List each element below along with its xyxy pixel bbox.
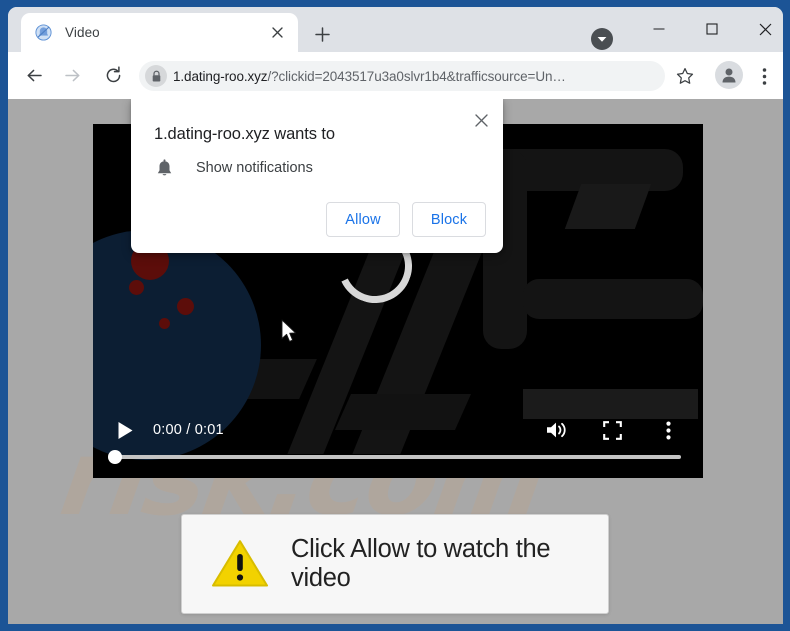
video-bg-stroke <box>564 184 652 229</box>
address-bar-url: 1.dating-roo.xyz/?clickid=2043517u3a0slv… <box>173 69 657 84</box>
window-minimize-button[interactable] <box>636 13 682 45</box>
profile-avatar[interactable] <box>715 61 743 89</box>
close-icon[interactable] <box>266 22 288 44</box>
video-time-display: 0:00 / 0:01 <box>153 422 224 438</box>
mouse-cursor <box>281 319 298 344</box>
tab-strip: Video <box>8 7 783 52</box>
cta-banner[interactable]: Click Allow to watch the video <box>181 514 609 614</box>
bell-icon <box>154 157 174 179</box>
browser-toolbar: 1.dating-roo.xyz/?clickid=2043517u3a0slv… <box>8 52 783 99</box>
video-more-options-icon[interactable] <box>653 415 683 445</box>
page-content: risk.com 0:00 / 0:01 Click Allow to watc… <box>8 99 783 624</box>
address-bar[interactable]: 1.dating-roo.xyz/?clickid=2043517u3a0slv… <box>139 61 665 91</box>
cta-banner-text: Click Allow to watch the video <box>291 535 551 592</box>
block-button[interactable]: Block <box>412 202 486 237</box>
video-controls-bar: 0:00 / 0:01 <box>93 404 703 478</box>
tab-title: Video <box>65 25 100 40</box>
back-button[interactable] <box>19 61 49 91</box>
url-host: 1.dating-roo.xyz <box>173 68 268 84</box>
url-path: /?clickid=2043517u3a0slvr1b4&trafficsour… <box>267 68 566 84</box>
video-progress-bar[interactable] <box>108 450 681 464</box>
video-controls-row: 0:00 / 0:01 <box>93 412 703 448</box>
dialog-close-icon[interactable] <box>469 108 493 132</box>
fullscreen-icon[interactable] <box>597 415 627 445</box>
tab-video[interactable]: Video <box>21 13 298 52</box>
video-decorative-dot <box>177 298 194 315</box>
allow-button[interactable]: Allow <box>326 202 400 237</box>
reload-button[interactable] <box>98 61 128 91</box>
notification-bell-favicon-icon <box>35 24 52 41</box>
video-decorative-dot <box>159 318 170 329</box>
forward-button[interactable] <box>57 61 87 91</box>
dialog-buttons: Allow Block <box>326 202 486 237</box>
notification-permission-dialog: 1.dating-roo.xyz wants to Show notificat… <box>131 99 503 253</box>
dialog-title: 1.dating-roo.xyz wants to <box>154 125 335 143</box>
video-decorative-dot <box>129 280 144 295</box>
warning-triangle-icon <box>211 538 269 590</box>
video-bg-stroke <box>523 279 703 319</box>
window-maximize-button[interactable] <box>689 13 735 45</box>
tab-search-button[interactable] <box>591 28 613 50</box>
chrome-menu-button[interactable] <box>752 63 776 89</box>
window-close-button[interactable] <box>742 13 783 45</box>
volume-icon[interactable] <box>541 415 571 445</box>
browser-window: Video 1.dating-roo.xyz/?clickid=2043517u… <box>8 7 783 624</box>
video-progress-knob[interactable] <box>108 450 122 464</box>
lock-icon[interactable] <box>145 65 167 87</box>
bookmark-star-icon[interactable] <box>672 63 698 89</box>
permission-row: Show notifications <box>154 157 313 179</box>
new-tab-button[interactable] <box>308 20 336 48</box>
video-bg-stroke <box>483 149 683 191</box>
play-button[interactable] <box>113 418 137 442</box>
os-window-frame: Video 1.dating-roo.xyz/?clickid=2043517u… <box>0 0 790 631</box>
permission-label: Show notifications <box>196 160 313 176</box>
